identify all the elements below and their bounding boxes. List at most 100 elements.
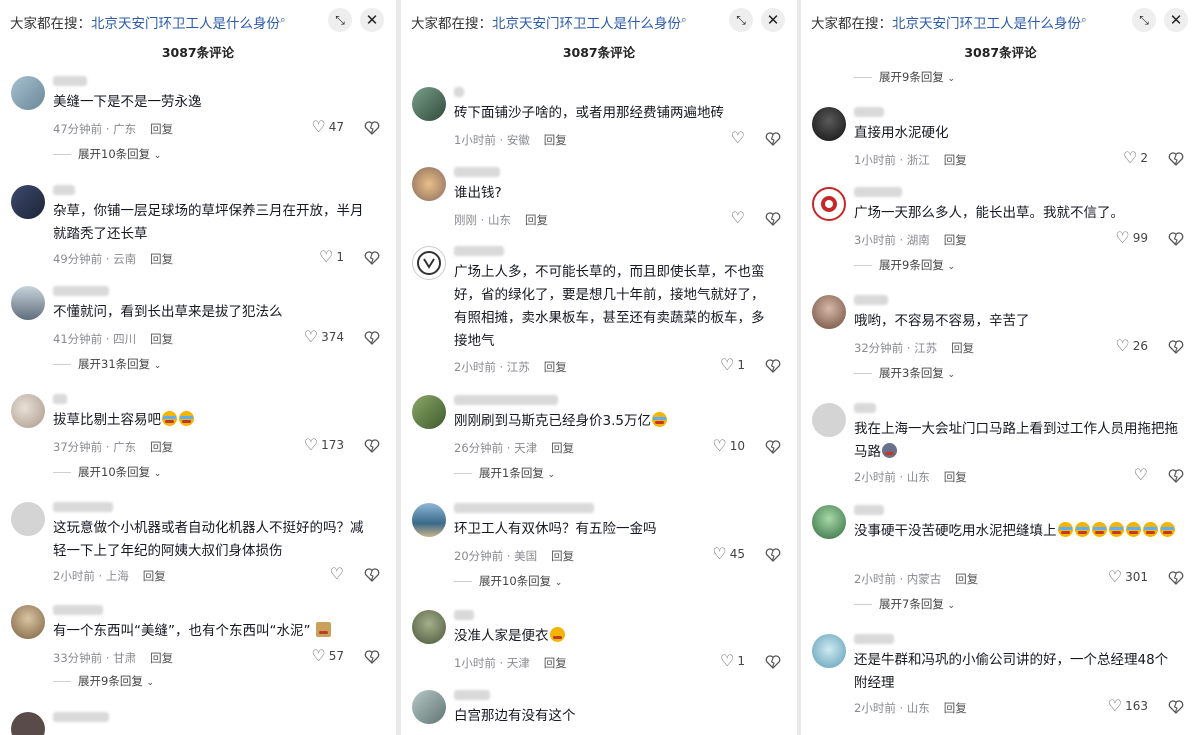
- username-blurred[interactable]: [454, 87, 464, 97]
- search-term-link[interactable]: 北京天安门环卫工人是什么身份: [492, 16, 681, 32]
- username-blurred[interactable]: [854, 403, 876, 413]
- broken-heart-icon[interactable]: [1168, 468, 1184, 484]
- username-blurred[interactable]: [854, 295, 888, 305]
- username-blurred[interactable]: [53, 286, 109, 296]
- avatar[interactable]: [812, 634, 846, 668]
- avatar[interactable]: [11, 76, 45, 110]
- reply-button[interactable]: 回复: [544, 133, 567, 147]
- avatar[interactable]: [412, 690, 446, 724]
- like-button[interactable]: ♡ 374: [304, 329, 344, 345]
- broken-heart-icon[interactable]: [765, 211, 781, 227]
- like-button[interactable]: ♡ 45: [712, 546, 745, 562]
- avatar[interactable]: [812, 187, 846, 221]
- reply-button[interactable]: 回复: [951, 341, 974, 355]
- like-button[interactable]: ♡: [1134, 467, 1148, 483]
- broken-heart-icon[interactable]: [765, 131, 781, 147]
- close-button[interactable]: ✕: [360, 8, 384, 32]
- reply-button[interactable]: 回复: [944, 701, 967, 715]
- avatar[interactable]: [11, 185, 45, 219]
- username-blurred[interactable]: [53, 605, 103, 615]
- broken-heart-icon[interactable]: [1168, 231, 1184, 247]
- avatar[interactable]: [812, 107, 846, 141]
- avatar[interactable]: [812, 295, 846, 329]
- username-blurred[interactable]: [454, 395, 558, 405]
- broken-heart-icon[interactable]: [364, 567, 380, 583]
- like-button[interactable]: ♡ 1: [319, 249, 344, 265]
- reply-button[interactable]: 回复: [551, 441, 574, 455]
- broken-heart-icon[interactable]: [765, 358, 781, 374]
- broken-heart-icon[interactable]: [1168, 570, 1184, 586]
- broken-heart-icon[interactable]: [765, 654, 781, 670]
- expand-replies[interactable]: 展开9条回复 ⌄: [854, 69, 955, 85]
- search-term-link[interactable]: 北京天安门环卫工人是什么身份: [91, 16, 280, 32]
- avatar[interactable]: [11, 286, 45, 320]
- username-blurred[interactable]: [854, 107, 884, 117]
- username-blurred[interactable]: [854, 187, 902, 197]
- reply-button[interactable]: 回复: [150, 332, 173, 346]
- username-blurred[interactable]: [454, 246, 504, 256]
- avatar[interactable]: [412, 167, 446, 201]
- avatar[interactable]: [412, 610, 446, 644]
- avatar[interactable]: [812, 505, 846, 539]
- expand-replies[interactable]: 展开10条回复 ⌄: [53, 146, 161, 162]
- avatar[interactable]: [11, 502, 45, 536]
- expand-replies[interactable]: 展开1条回复 ⌄: [454, 465, 555, 481]
- reply-button[interactable]: 回复: [143, 569, 166, 583]
- broken-heart-icon[interactable]: [364, 330, 380, 346]
- broken-heart-icon[interactable]: [765, 439, 781, 455]
- reply-button[interactable]: 回复: [544, 360, 567, 374]
- like-button[interactable]: ♡ 47: [311, 119, 344, 135]
- search-term-link[interactable]: 北京天安门环卫工人是什么身份: [892, 16, 1081, 32]
- broken-heart-icon[interactable]: [1168, 339, 1184, 355]
- reply-button[interactable]: 回复: [150, 122, 173, 136]
- like-button[interactable]: ♡ 10: [712, 438, 745, 454]
- fullscreen-button[interactable]: ⤡: [729, 8, 753, 32]
- broken-heart-icon[interactable]: [364, 438, 380, 454]
- avatar[interactable]: [11, 605, 45, 639]
- expand-replies[interactable]: 展开31条回复 ⌄: [53, 356, 161, 372]
- reply-button[interactable]: 回复: [944, 233, 967, 247]
- reply-button[interactable]: 回复: [944, 153, 967, 167]
- fullscreen-button[interactable]: ⤡: [328, 8, 352, 32]
- broken-heart-icon[interactable]: [364, 649, 380, 665]
- like-button[interactable]: ♡ 26: [1115, 338, 1148, 354]
- expand-replies[interactable]: 展开7条回复 ⌄: [854, 596, 955, 612]
- avatar[interactable]: [412, 395, 446, 429]
- reply-button[interactable]: 回复: [150, 651, 173, 665]
- like-button[interactable]: ♡ 301: [1108, 569, 1148, 585]
- avatar[interactable]: [812, 403, 846, 437]
- avatar[interactable]: [412, 246, 446, 280]
- fullscreen-button[interactable]: ⤡: [1132, 8, 1156, 32]
- username-blurred[interactable]: [53, 712, 109, 722]
- search-suggestion[interactable]: 大家都在搜：北京天安门环卫工人是什么身份⌕: [411, 12, 687, 33]
- like-button[interactable]: ♡ 1: [720, 357, 745, 373]
- like-button[interactable]: ♡ 2: [1123, 150, 1148, 166]
- like-button[interactable]: ♡ 57: [311, 648, 344, 664]
- username-blurred[interactable]: [454, 503, 594, 513]
- expand-replies[interactable]: 展开9条回复 ⌄: [854, 257, 955, 273]
- avatar[interactable]: [11, 394, 45, 428]
- close-button[interactable]: ✕: [1164, 8, 1188, 32]
- search-suggestion[interactable]: 大家都在搜：北京天安门环卫工人是什么身份⌕: [10, 12, 286, 33]
- username-blurred[interactable]: [854, 505, 884, 515]
- username-blurred[interactable]: [854, 634, 894, 644]
- like-button[interactable]: ♡ 99: [1115, 230, 1148, 246]
- avatar[interactable]: [11, 712, 45, 735]
- reply-button[interactable]: 回复: [551, 549, 574, 563]
- username-blurred[interactable]: [53, 76, 87, 86]
- username-blurred[interactable]: [53, 185, 75, 195]
- reply-button[interactable]: 回复: [955, 572, 978, 586]
- close-button[interactable]: ✕: [761, 8, 785, 32]
- reply-button[interactable]: 回复: [525, 213, 548, 227]
- username-blurred[interactable]: [454, 167, 500, 177]
- username-blurred[interactable]: [454, 610, 474, 620]
- like-button[interactable]: ♡: [731, 130, 745, 146]
- broken-heart-icon[interactable]: [765, 547, 781, 563]
- search-suggestion[interactable]: 大家都在搜：北京天安门环卫工人是什么身份⌕: [811, 12, 1087, 33]
- avatar[interactable]: [412, 503, 446, 537]
- like-button[interactable]: ♡: [330, 566, 344, 582]
- reply-button[interactable]: 回复: [150, 440, 173, 454]
- like-button[interactable]: ♡ 163: [1108, 698, 1148, 714]
- like-button[interactable]: ♡: [731, 210, 745, 226]
- expand-replies[interactable]: 展开3条回复 ⌄: [854, 365, 955, 381]
